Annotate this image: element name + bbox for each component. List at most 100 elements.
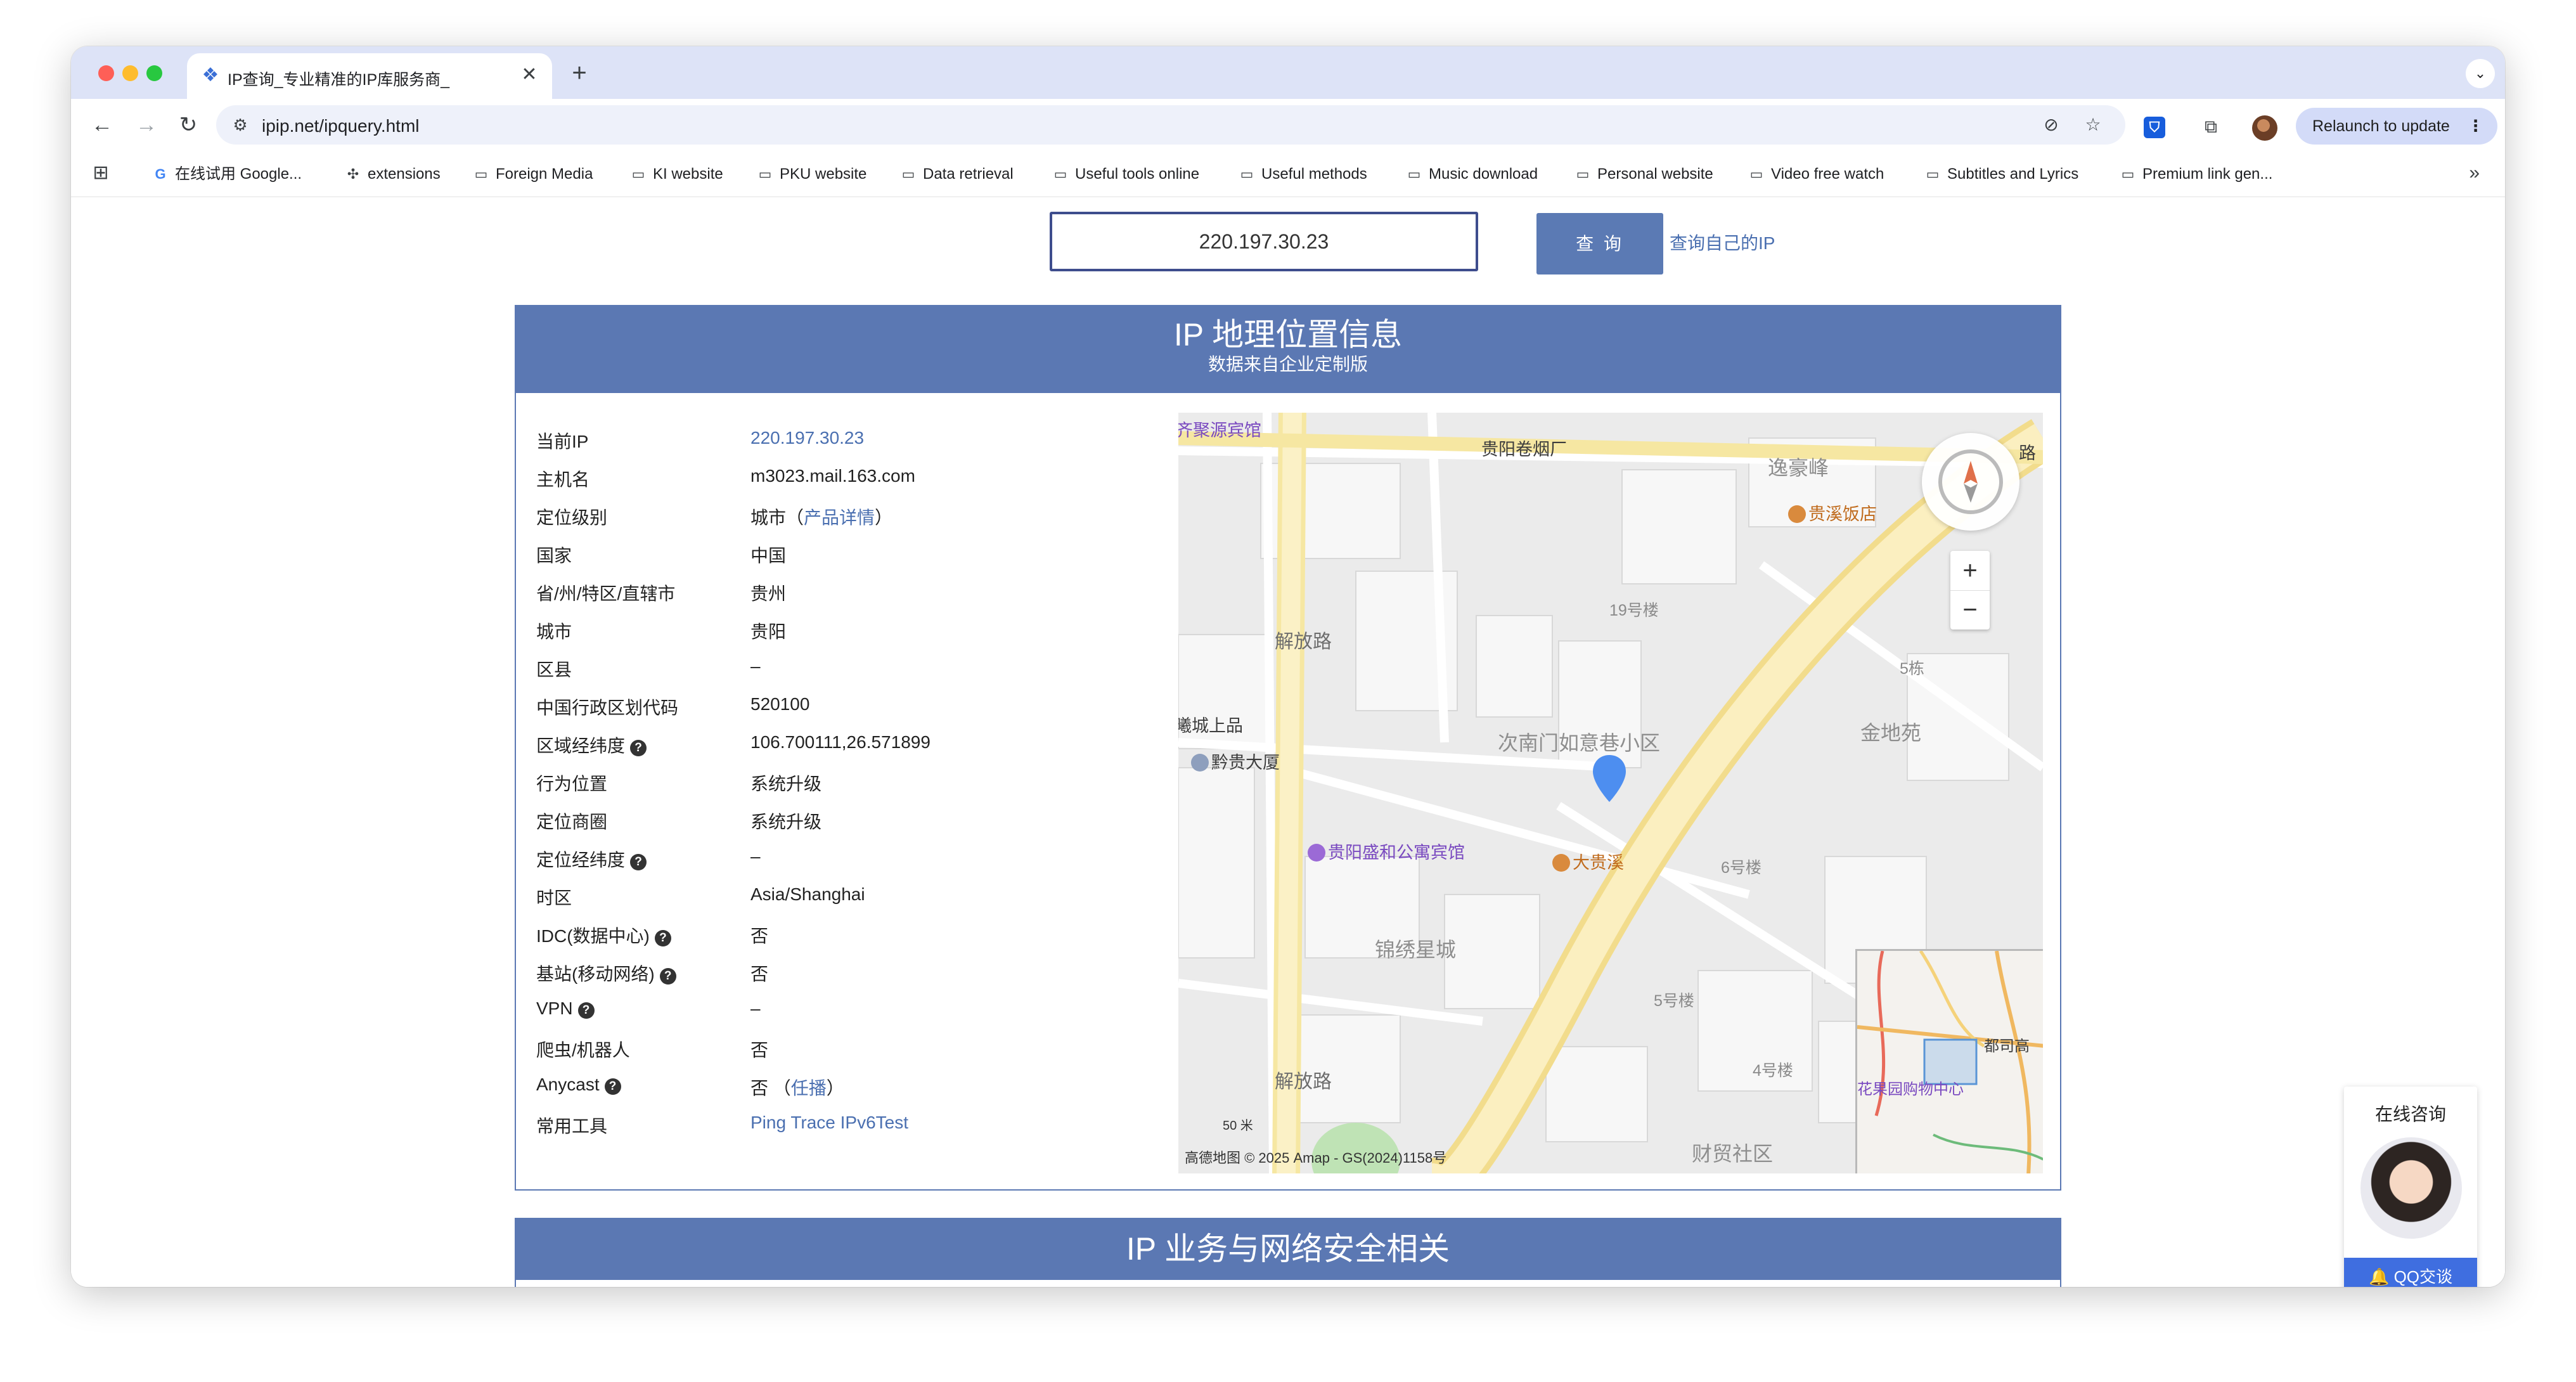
bookmark-folder[interactable]: ▭ Foreign Media xyxy=(472,165,593,184)
info-row-admin-code: 中国行政区划代码 520100 xyxy=(536,685,1170,723)
geo-panel-header: IP 地理位置信息 数据来自企业定制版 xyxy=(516,306,2060,393)
info-value: 520100 xyxy=(750,694,810,714)
restaurant-icon xyxy=(1552,854,1570,872)
bookmark-folder[interactable]: ▭ Useful methods xyxy=(1237,165,1367,184)
map-label: 财贸社区 xyxy=(1692,1142,1774,1165)
anycast-link[interactable]: 任播 xyxy=(791,1078,827,1098)
page-viewport: 查 询 查询自己的IP IP 地理位置信息 数据来自企业定制版 当前IP 220… xyxy=(71,197,2505,1287)
info-row-business-district: 定位商圈 系统升级 xyxy=(536,799,1170,837)
info-value: m3023.mail.163.com xyxy=(750,466,915,486)
info-row-country: 国家 中国 xyxy=(536,533,1170,571)
geo-info-panel: IP 地理位置信息 数据来自企业定制版 当前IP 220.197.30.23 主… xyxy=(515,305,2061,1191)
eye-off-icon[interactable]: ⊘ xyxy=(2040,113,2063,136)
info-value: 中国 xyxy=(750,546,787,565)
zoom-in-button[interactable]: + xyxy=(1950,551,1990,591)
help-icon[interactable]: ? xyxy=(577,1002,595,1019)
folder-icon: ▭ xyxy=(631,166,645,182)
bookmark-item[interactable]: G 在线试用 Google... xyxy=(151,165,302,184)
info-row-crawler: 爬虫/机器人 否 xyxy=(536,1028,1170,1066)
info-label: 常用工具 xyxy=(536,1116,608,1136)
bookmark-folder[interactable]: ▭ PKU website xyxy=(756,165,867,184)
help-icon[interactable]: ? xyxy=(630,854,647,870)
info-row-province: 省/州/特区/直辖市 贵州 xyxy=(536,571,1170,609)
bookmarks-bar: ⊞ G 在线试用 Google... ✣ extensions ▭ Foreign M… xyxy=(71,151,2505,198)
info-label: 定位经纬度? xyxy=(536,846,647,872)
map-label: 贵阳卷烟厂 xyxy=(1481,440,1567,459)
maximize-window-button[interactable] xyxy=(146,65,162,81)
bookmark-star-icon[interactable]: ☆ xyxy=(2082,113,2104,136)
info-row-base-station: 基站(移动网络)? 否 xyxy=(536,952,1170,990)
minimize-window-button[interactable] xyxy=(122,65,138,81)
bookmark-folder[interactable]: ▭ Personal website xyxy=(1573,165,1713,184)
info-label-text: 定位经纬度 xyxy=(536,850,626,870)
bookmark-folder[interactable]: ▭ KI website xyxy=(629,165,723,184)
map-label: 4号楼 xyxy=(1753,1062,1793,1080)
current-ip-link[interactable]: 220.197.30.23 xyxy=(750,428,864,448)
bookmark-label: KI website xyxy=(653,165,723,183)
address-bar[interactable]: ⚙ ipip.net/ipquery.html ⊘ ☆ xyxy=(216,105,2125,145)
product-details-link[interactable]: 产品详情 xyxy=(804,508,875,527)
toolbar: ← → ↻ ⚙ ipip.net/ipquery.html ⊘ ☆ ⛉ ⧉ Re… xyxy=(71,99,2505,151)
new-tab-button[interactable]: + xyxy=(565,59,593,87)
ip-search-input[interactable] xyxy=(1050,212,1478,271)
online-consult-widget[interactable]: 在线咨询 🔔 QQ交谈 xyxy=(2344,1087,2477,1287)
info-label: 城市 xyxy=(536,622,572,642)
info-label: 基站(移动网络)? xyxy=(536,960,676,986)
consult-title: 在线咨询 xyxy=(2374,1104,2446,1124)
info-label-text: Anycast xyxy=(536,1075,600,1094)
help-icon[interactable]: ? xyxy=(659,968,676,985)
bookmark-folder[interactable]: ▭ Subtitles and Lyrics xyxy=(1923,165,2079,184)
forward-arrow-icon[interactable]: → xyxy=(131,109,162,141)
site-info-icon[interactable]: ⚙ xyxy=(229,113,252,136)
bookmark-item[interactable]: ✣ extensions xyxy=(344,165,441,184)
help-icon[interactable]: ? xyxy=(630,740,647,756)
info-label-text: 基站(移动网络) xyxy=(536,964,655,984)
folder-icon: ▭ xyxy=(1576,166,1590,182)
zoom-out-button[interactable]: − xyxy=(1950,590,1990,630)
info-value: – xyxy=(750,656,761,676)
tab-close-icon[interactable]: ✕ xyxy=(518,63,541,86)
bookmark-folder[interactable]: ▭ Premium link gen... xyxy=(2118,165,2273,184)
bookmark-folder[interactable]: ▭ Data retrieval xyxy=(899,165,1014,184)
reload-icon[interactable]: ↻ xyxy=(172,109,204,141)
map-label-text: 贵阳盛和公寓宾馆 xyxy=(1328,843,1465,862)
tab-search-button[interactable]: ⌄ xyxy=(2466,59,2495,88)
relaunch-button[interactable]: Relaunch to update ⋮ xyxy=(2296,108,2497,145)
help-icon[interactable]: ? xyxy=(654,930,671,946)
help-icon[interactable]: ? xyxy=(604,1078,621,1095)
apps-grid-icon[interactable]: ⊞ xyxy=(90,162,112,184)
building-icon xyxy=(1191,754,1209,772)
map-overview[interactable]: 都司高 花果园购物中心 xyxy=(1855,949,2043,1173)
query-my-ip-link[interactable]: 查询自己的IP xyxy=(1670,229,1775,255)
bookmark-folder[interactable]: ▭ Music download xyxy=(1405,165,1538,184)
bookmark-folder[interactable]: ▭ Useful tools online xyxy=(1051,165,1200,184)
folder-icon: ▭ xyxy=(758,166,772,182)
location-map[interactable]: 齐聚源宾馆 贵阳卷烟厂 逸豪峰 贵溪饭店 19号楼 5栋 金地苑 曦城上品 黔贵… xyxy=(1178,413,2043,1173)
common-tools-link[interactable]: Ping Trace IPv6Test xyxy=(750,1113,908,1133)
back-arrow-icon[interactable]: ← xyxy=(86,109,118,141)
info-label: VPN? xyxy=(536,998,595,1019)
map-scale: 50 米 xyxy=(1223,1119,1253,1133)
close-window-button[interactable] xyxy=(98,65,114,81)
extensions-puzzle-icon[interactable]: ⧉ xyxy=(2199,115,2222,138)
compass-icon[interactable] xyxy=(1922,433,2019,531)
info-value: 否 （任播） xyxy=(750,1075,844,1100)
tab-ipquery[interactable]: ❖ IP查询_专业精准的IP库服务商_ ✕ xyxy=(187,53,552,99)
bookmarks-overflow-icon[interactable]: » xyxy=(2469,162,2480,184)
qq-chat-button[interactable]: 🔔 QQ交谈 xyxy=(2344,1258,2477,1287)
info-label: 定位商圈 xyxy=(536,812,608,832)
profile-avatar[interactable] xyxy=(2252,115,2277,141)
query-button[interactable]: 查 询 xyxy=(1536,213,1663,274)
bitwarden-extension-icon[interactable]: ⛉ xyxy=(2144,117,2165,138)
info-row-tools: 常用工具 Ping Trace IPv6Test xyxy=(536,1104,1170,1142)
map-label: 锦绣星城 xyxy=(1375,938,1457,961)
info-label: 省/州/特区/直辖市 xyxy=(536,584,676,604)
bookmark-folder[interactable]: ▭ Video free watch xyxy=(1747,165,1884,184)
bookmark-label: Data retrieval xyxy=(923,165,1014,183)
map-label: 19号楼 xyxy=(1609,602,1659,619)
url-text[interactable]: ipip.net/ipquery.html xyxy=(262,116,420,136)
bookmark-label: Useful methods xyxy=(1261,165,1367,183)
info-value: 系统升级 xyxy=(750,774,822,794)
security-panel-header: IP 业务与网络安全相关 xyxy=(516,1219,2060,1280)
road-label: 解放路 xyxy=(1275,631,1332,654)
